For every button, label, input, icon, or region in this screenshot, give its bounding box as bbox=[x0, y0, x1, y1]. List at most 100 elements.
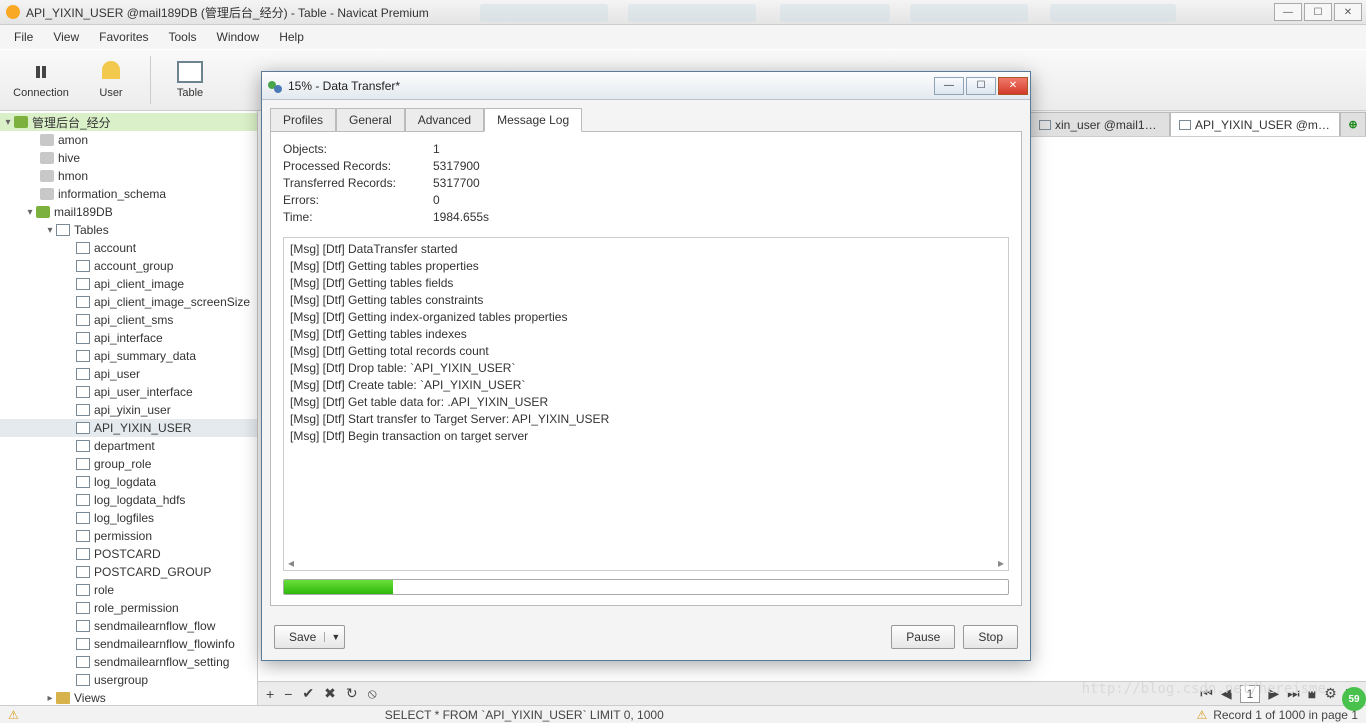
table-label: POSTCARD_GROUP bbox=[94, 565, 211, 579]
table-node[interactable]: account_group bbox=[0, 257, 257, 275]
menu-help[interactable]: Help bbox=[271, 28, 312, 46]
window-close[interactable]: ✕ bbox=[1334, 3, 1362, 21]
table-node[interactable]: POSTCARD_GROUP bbox=[0, 563, 257, 581]
table-node[interactable]: account bbox=[0, 239, 257, 257]
open-tab-active[interactable]: API_YIXIN_USER @mail... bbox=[1170, 112, 1340, 136]
table-label: POSTCARD bbox=[94, 547, 161, 561]
table-label: permission bbox=[94, 529, 152, 543]
table-node[interactable]: department bbox=[0, 437, 257, 455]
table-label: group_role bbox=[94, 457, 151, 471]
stop-icon[interactable]: ⦸ bbox=[368, 685, 377, 702]
table-icon bbox=[76, 386, 90, 398]
table-node[interactable]: api_interface bbox=[0, 329, 257, 347]
log-line: [Msg] [Dtf] Getting index-organized tabl… bbox=[290, 310, 1002, 327]
dialog-minimize[interactable]: — bbox=[934, 77, 964, 95]
warning-icon: ⚠ bbox=[8, 708, 19, 722]
progress-bar bbox=[283, 579, 1009, 595]
apply-changes[interactable]: ✔ bbox=[302, 685, 314, 702]
tab-profiles[interactable]: Profiles bbox=[270, 108, 336, 132]
scrollbar-horizontal[interactable]: ◂▸ bbox=[284, 556, 1008, 570]
watermark: http://blog.csdn.net/hereisme bbox=[1082, 681, 1326, 697]
main-titlebar: API_YIXIN_USER @mail189DB (管理后台_经分) - Ta… bbox=[0, 0, 1366, 25]
menu-window[interactable]: Window bbox=[209, 28, 268, 46]
sidebar-tree[interactable]: ▾ 管理后台_经分 amonhivehmoninformation_schema… bbox=[0, 111, 258, 705]
db-node[interactable]: hmon bbox=[0, 167, 257, 185]
table-node[interactable]: api_yixin_user bbox=[0, 401, 257, 419]
cancel-changes[interactable]: ✖ bbox=[324, 685, 336, 702]
table-node[interactable]: api_client_sms bbox=[0, 311, 257, 329]
toolbar-user[interactable]: User bbox=[76, 52, 146, 108]
table-node[interactable]: api_user bbox=[0, 365, 257, 383]
dialog-titlebar[interactable]: 15% - Data Transfer* — ☐ ✕ bbox=[262, 72, 1030, 100]
bg-tab bbox=[628, 4, 756, 22]
menu-tools[interactable]: Tools bbox=[161, 28, 205, 46]
table-node[interactable]: log_logfiles bbox=[0, 509, 257, 527]
table-node[interactable]: sendmailearnflow_flowinfo bbox=[0, 635, 257, 653]
log-line: [Msg] [Dtf] Begin transaction on target … bbox=[290, 429, 1002, 446]
table-label: log_logdata bbox=[94, 475, 156, 489]
log-list[interactable]: [Msg] [Dtf] DataTransfer started[Msg] [D… bbox=[283, 237, 1009, 571]
toolbar-table[interactable]: Table bbox=[155, 52, 225, 108]
table-node[interactable]: api_client_image bbox=[0, 275, 257, 293]
db-node[interactable]: amon bbox=[0, 131, 257, 149]
menu-view[interactable]: View bbox=[45, 28, 87, 46]
table-label: api_interface bbox=[94, 331, 163, 345]
dialog-close[interactable]: ✕ bbox=[998, 77, 1028, 95]
delete-record[interactable]: − bbox=[284, 686, 292, 702]
table-node[interactable]: api_user_interface bbox=[0, 383, 257, 401]
tables-group[interactable]: ▾ Tables bbox=[0, 221, 257, 239]
toolbar-connection[interactable]: Connection bbox=[6, 52, 76, 108]
views-group[interactable]: ▸ Views bbox=[0, 689, 257, 705]
settings-icon[interactable]: ⚙ bbox=[1324, 685, 1337, 702]
refresh-icon[interactable]: ↻ bbox=[346, 685, 358, 702]
menubar: File View Favorites Tools Window Help bbox=[0, 25, 1366, 49]
table-node[interactable]: role_permission bbox=[0, 599, 257, 617]
window-maximize[interactable]: ☐ bbox=[1304, 3, 1332, 21]
expand-icon[interactable]: ▾ bbox=[24, 207, 36, 218]
table-node[interactable]: permission bbox=[0, 527, 257, 545]
expand-icon[interactable]: ▾ bbox=[2, 117, 14, 128]
window-minimize[interactable]: — bbox=[1274, 3, 1302, 21]
tab-advanced[interactable]: Advanced bbox=[405, 108, 484, 132]
menu-file[interactable]: File bbox=[6, 28, 41, 46]
add-record[interactable]: + bbox=[266, 686, 274, 702]
table-icon bbox=[76, 458, 90, 470]
table-node[interactable]: log_logdata bbox=[0, 473, 257, 491]
open-tab[interactable]: xin_user @mail18... bbox=[1030, 112, 1170, 136]
bg-tab bbox=[480, 4, 608, 22]
table-node[interactable]: API_YIXIN_USER bbox=[0, 419, 257, 437]
table-node[interactable]: POSTCARD bbox=[0, 545, 257, 563]
save-button[interactable]: Save▼ bbox=[274, 625, 345, 649]
table-node[interactable]: sendmailearnflow_flow bbox=[0, 617, 257, 635]
new-tab-button[interactable]: ⊕ bbox=[1340, 112, 1366, 136]
stat-value: 5317900 bbox=[433, 159, 480, 176]
table-label: sendmailearnflow_setting bbox=[94, 655, 229, 669]
table-node[interactable]: usergroup bbox=[0, 671, 257, 689]
db-node[interactable]: hive bbox=[0, 149, 257, 167]
stat-key: Transferred Records: bbox=[283, 176, 433, 193]
table-node[interactable]: group_role bbox=[0, 455, 257, 473]
table-label: api_user_interface bbox=[94, 385, 193, 399]
notification-badge[interactable]: 59 bbox=[1342, 687, 1366, 711]
dropdown-arrow-icon[interactable]: ▼ bbox=[324, 632, 340, 642]
tab-general[interactable]: General bbox=[336, 108, 405, 132]
db-node-active[interactable]: ▾ mail189DB bbox=[0, 203, 257, 221]
connection-node[interactable]: ▾ 管理后台_经分 bbox=[0, 113, 257, 131]
table-node[interactable]: api_client_image_screenSize bbox=[0, 293, 257, 311]
tab-message-log[interactable]: Message Log bbox=[484, 108, 582, 132]
db-node[interactable]: information_schema bbox=[0, 185, 257, 203]
stop-button[interactable]: Stop bbox=[963, 625, 1018, 649]
stat-key: Processed Records: bbox=[283, 159, 433, 176]
pause-button[interactable]: Pause bbox=[891, 625, 955, 649]
expand-icon[interactable]: ▾ bbox=[44, 225, 56, 236]
menu-favorites[interactable]: Favorites bbox=[91, 28, 156, 46]
expand-icon[interactable]: ▸ bbox=[44, 693, 56, 704]
table-node[interactable]: api_summary_data bbox=[0, 347, 257, 365]
dialog-tabs: Profiles General Advanced Message Log bbox=[262, 100, 1030, 132]
database-icon bbox=[40, 170, 54, 182]
table-node[interactable]: sendmailearnflow_setting bbox=[0, 653, 257, 671]
table-node[interactable]: log_logdata_hdfs bbox=[0, 491, 257, 509]
table-node[interactable]: role bbox=[0, 581, 257, 599]
stat-value: 5317700 bbox=[433, 176, 480, 193]
dialog-maximize[interactable]: ☐ bbox=[966, 77, 996, 95]
